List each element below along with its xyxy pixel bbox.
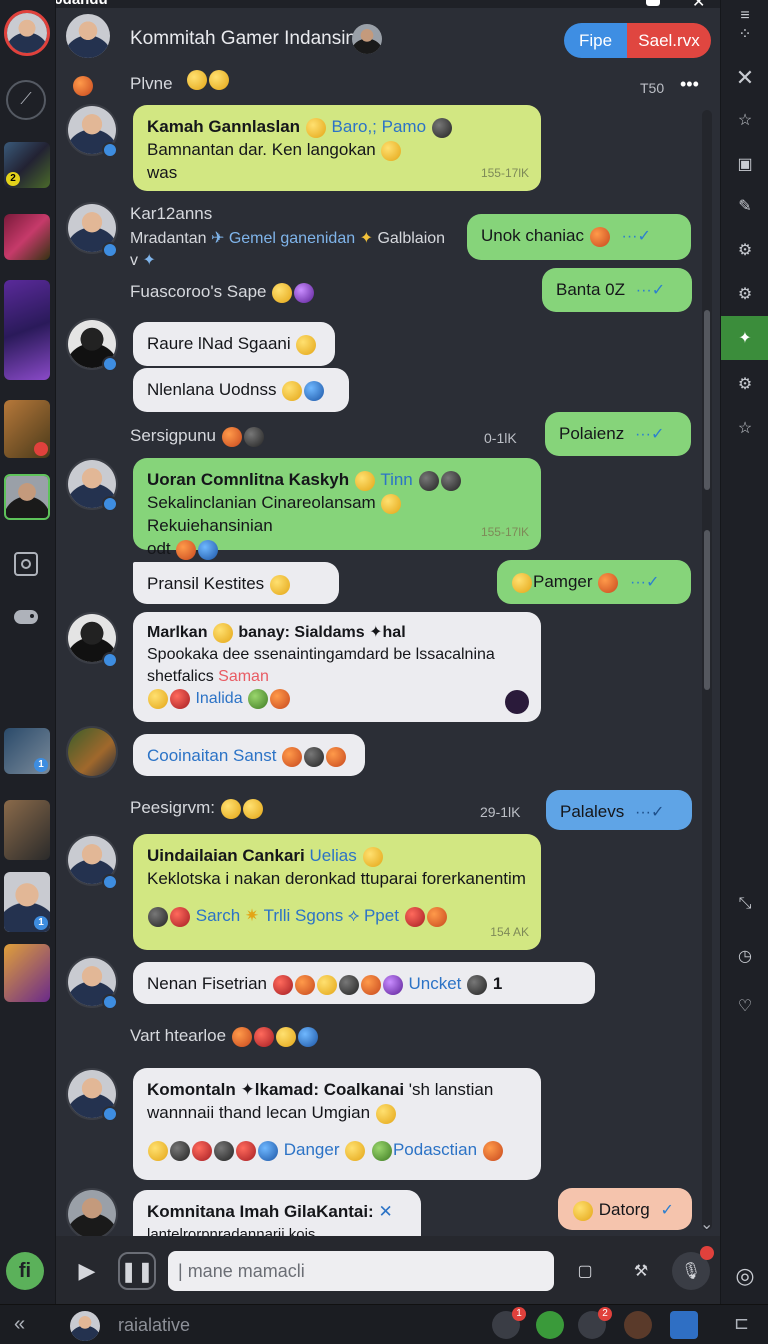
chat-scrollbar[interactable] (702, 110, 712, 1230)
verified-icon (102, 142, 118, 158)
bottom-bar: « raialative 1 2 ⊏ (0, 1304, 768, 1344)
sender-name: Plvne (130, 74, 173, 93)
screen-share-icon[interactable] (6, 544, 46, 584)
message-bubble-sent[interactable]: Palalevs ···✓ (546, 790, 692, 830)
message-bubble[interactable]: Nenan Fisetrian Uncket 1 (133, 962, 595, 1004)
sender-name: Fuascoroo's Sape (130, 282, 315, 303)
message-bubble[interactable]: Uindailaian Cankari Uelias Keklotska i n… (133, 834, 541, 950)
layout-icon[interactable]: ⊏ (734, 1313, 749, 1334)
timestamp: 0-1lK (484, 430, 517, 446)
timestamp: T50 (640, 80, 665, 96)
server-rail: ⟋ 2 1 1 (0, 0, 56, 1304)
channel-avatar[interactable] (66, 14, 110, 58)
verified-icon (102, 1106, 118, 1122)
folder-icon[interactable] (670, 1311, 698, 1339)
settings-icon[interactable]: ⚙ (729, 234, 761, 266)
user-name: raialative (118, 1315, 191, 1335)
leaf-icon[interactable]: ✦ (729, 322, 761, 354)
channel-title: Kommitah Gamer Indansin (130, 28, 356, 49)
seen-avatar (505, 690, 529, 714)
collapse-icon[interactable]: « (14, 1313, 25, 1336)
message-bubble[interactable]: Raure lNad Sgaani (133, 322, 335, 366)
timestamp: 29-1lK (480, 804, 521, 820)
message-bubble-sent[interactable]: Datorg ✓ (558, 1188, 692, 1230)
cog-icon[interactable]: ⚙ (729, 368, 761, 400)
rail-server-5[interactable] (4, 474, 50, 520)
camera-icon[interactable]: ◎ (729, 1260, 761, 1292)
heart-icon[interactable]: ♡ (729, 990, 761, 1022)
discover-icon[interactable]: ⟋ (6, 80, 46, 120)
fipe-button[interactable]: Fipe (564, 23, 627, 58)
more-icon[interactable]: ••• (680, 74, 699, 95)
close-icon[interactable]: ✕ (729, 62, 761, 94)
message-bubble[interactable]: Komnitana Imah GilaKantai: ✕ lantelrorpn… (133, 1190, 421, 1236)
rail-server-6[interactable]: 1 (4, 728, 50, 774)
window-icon[interactable] (646, 0, 660, 6)
message-bubble-sent[interactable]: Pamger ···✓ (497, 560, 691, 604)
sael-button[interactable]: Sael.rvx (627, 23, 711, 58)
rail-current-server[interactable] (4, 10, 50, 56)
message-bubble[interactable]: Marlkan banay: Sialdams ✦hal Spookaka de… (133, 612, 541, 722)
chat-header: Kommitah Gamer Indansin Fipe Sael.rvx ✕ (56, 0, 720, 70)
user-avatar[interactable] (70, 1311, 100, 1341)
avatar[interactable] (66, 1188, 118, 1236)
user-status-button[interactable]: fi (6, 1252, 44, 1290)
message-bubble-sent[interactable]: Unok chaniac ···✓ (467, 214, 691, 260)
sticker-icon[interactable]: ▢ (566, 1252, 604, 1290)
sender-name: Peesigrvm: (130, 798, 264, 819)
message-bubble[interactable]: Komontaln ✦lkamad: Coalkanai 'sh lanstia… (133, 1068, 541, 1180)
scroll-thumb-2[interactable] (704, 530, 710, 690)
rail-server-2[interactable] (4, 214, 50, 260)
message-composer: fi ▶ ❚❚ | mane mamacli ▢ ⚒ 🎙 (6, 1236, 720, 1304)
message-text: Mradantan ✈ Gemel ganenidan ✦ Galblaion … (130, 230, 446, 269)
scroll-down-icon[interactable]: ⌄ (700, 1214, 713, 1234)
rail-server-4[interactable] (4, 400, 50, 458)
grid-dots-icon[interactable]: ⁘ (729, 18, 761, 50)
panel-icon[interactable]: ▣ (729, 148, 761, 180)
verified-icon (102, 242, 118, 258)
verified-icon (102, 356, 118, 372)
expand-icon[interactable]: ⤡ (729, 888, 761, 920)
right-toolbar: ≡ ⁘ ✕ ☆ ▣ ✎ ⚙ ⚙ ✦ ⚙ ☆ ⤡ ◷ ♡ ◎ (720, 0, 768, 1304)
chat-messages[interactable]: Plvne T50 ••• Kamah Gannlaslan Baro,; Pa… (56, 70, 720, 1236)
rail-server-3[interactable] (4, 280, 50, 380)
gear-icon[interactable]: ⚙ (729, 278, 761, 310)
clock-icon[interactable]: ◷ (729, 940, 761, 972)
check-circle-icon[interactable] (536, 1311, 564, 1339)
rail-server-8[interactable]: 1 (4, 872, 50, 932)
message-bubble[interactable]: Kamah Gannlaslan Baro,; Pamo Bamnantan d… (133, 105, 541, 191)
verified-icon (102, 994, 118, 1010)
edit-icon[interactable]: ✎ (729, 190, 761, 222)
verified-icon (102, 874, 118, 890)
verified-icon (102, 496, 118, 512)
play-icon[interactable]: ▶ (68, 1252, 106, 1290)
message-bubble[interactable]: Pransil Kestites (133, 562, 339, 604)
rail-server-9[interactable] (4, 944, 50, 1002)
reaction-icon (73, 76, 93, 96)
message-bubble-sent[interactable]: Polaienz ···✓ (545, 412, 691, 456)
message-bubble-sent[interactable]: Banta 0Z ···✓ (542, 268, 692, 312)
game-icon[interactable] (624, 1311, 652, 1339)
rail-server-1[interactable]: 2 (4, 142, 50, 188)
message-bubble[interactable]: Cooinaitan Sanst (133, 734, 365, 776)
verified-icon (102, 652, 118, 668)
scroll-thumb[interactable] (704, 310, 710, 490)
message-bubble[interactable]: Nlenlana Uodnss (133, 368, 349, 412)
pause-icon[interactable]: ❚❚ (118, 1252, 156, 1290)
message-bubble[interactable]: Uoran Comnlitna Kaskyh Tinn Sekalinclani… (133, 458, 541, 560)
gamepad-icon[interactable] (6, 596, 46, 636)
star-icon[interactable]: ☆ (729, 412, 761, 444)
message-input[interactable]: | mane mamacli (168, 1251, 554, 1291)
tools-icon[interactable]: ⚒ (622, 1252, 660, 1290)
sender-name: Sersigpunu (130, 426, 265, 447)
mic-badge (700, 1246, 714, 1260)
close-window-icon[interactable]: ✕ (692, 0, 705, 12)
pin-icon[interactable]: ☆ (729, 104, 761, 136)
rail-server-7[interactable] (4, 800, 50, 860)
member-avatar[interactable] (352, 24, 382, 54)
sender-name: Vart htearloe (130, 1026, 319, 1047)
avatar[interactable] (66, 726, 118, 778)
sender-name: Kar12anns (130, 204, 213, 223)
